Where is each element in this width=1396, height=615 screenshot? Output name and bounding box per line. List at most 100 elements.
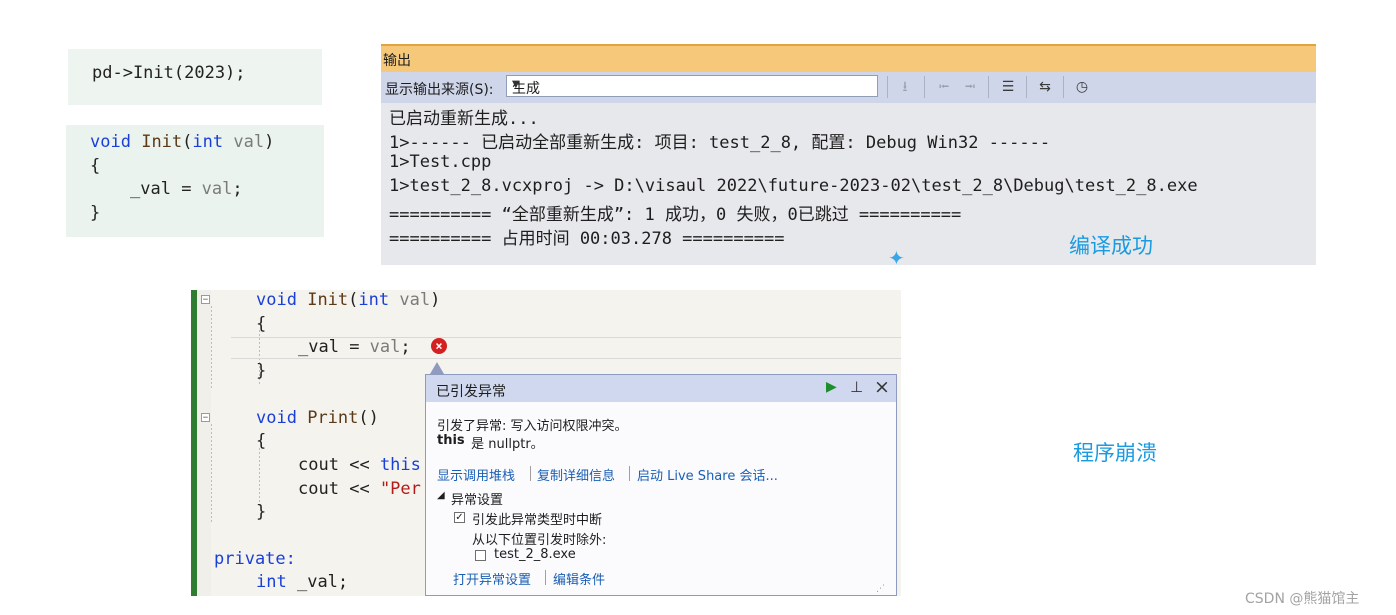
exception-detail: 是 nullptr。 bbox=[467, 437, 544, 452]
success-annotation: 编译成功 bbox=[1069, 234, 1153, 258]
code-line[interactable]: } bbox=[256, 502, 266, 522]
collapse-icon[interactable]: − bbox=[201, 413, 210, 423]
output-line: 1>------ 已启动全部重新生成: 项目: test_2_8, 配置: De… bbox=[389, 133, 1051, 153]
exception-message: 引发了异常: 写入访问权限冲突。 bbox=[437, 419, 628, 434]
output-line: ========== 占用时间 00:03.278 ========== bbox=[389, 229, 785, 249]
toolbar-separator bbox=[887, 76, 888, 98]
break-checkbox-label: 引发此异常类型时中断 bbox=[472, 513, 603, 528]
popup-pointer bbox=[430, 362, 444, 374]
toolbar-separator bbox=[1026, 76, 1027, 98]
code-line[interactable]: cout << this bbox=[298, 455, 421, 475]
watermark: CSDN @熊猫馆主 bbox=[1245, 591, 1360, 607]
code-line[interactable]: { bbox=[256, 314, 266, 334]
exception-title: 已引发异常 bbox=[436, 384, 506, 400]
operator: << bbox=[349, 479, 370, 499]
indent-guide bbox=[259, 448, 260, 508]
exception-settings-heading: 异常设置 bbox=[451, 493, 504, 508]
star-icon: ✦ bbox=[888, 246, 905, 270]
resize-grip-icon[interactable]: ⋰ bbox=[876, 584, 885, 594]
function-name: Print bbox=[307, 408, 359, 428]
code-line[interactable]: } bbox=[256, 361, 266, 381]
pin-icon[interactable]: ⊥ bbox=[850, 378, 863, 396]
source-dropdown[interactable]: 生成 ▼ bbox=[506, 75, 878, 97]
code-text: pd->Init(2023); bbox=[92, 63, 246, 83]
output-title-bar: 输出 bbox=[381, 44, 1316, 72]
exception-popup: 已引发异常 ▶ ⊥ × 引发了异常: 写入访问权限冲突。 this 是 null… bbox=[425, 374, 897, 596]
exe-checkbox-label: test_2_8.exe bbox=[494, 547, 576, 562]
continue-icon[interactable]: ▶ bbox=[826, 379, 837, 395]
expand-triangle-icon[interactable]: ◢ bbox=[437, 490, 445, 501]
identifier: cout bbox=[298, 455, 339, 475]
toolbar-separator bbox=[924, 76, 925, 98]
clock-icon[interactable]: ◷ bbox=[1071, 77, 1093, 97]
code-line: pd->Init(2023); bbox=[92, 63, 246, 83]
code-line[interactable]: cout << "Per bbox=[298, 479, 421, 499]
toolbar-separator bbox=[1063, 76, 1064, 98]
previous-message-icon[interactable]: ⭰ bbox=[933, 77, 955, 97]
function-name: Init bbox=[141, 132, 183, 152]
clear-all-icon[interactable]: ☰ bbox=[997, 77, 1019, 97]
indent-guide bbox=[211, 424, 212, 524]
keyword: int bbox=[192, 132, 224, 152]
copy-details-link[interactable]: 复制详细信息 bbox=[537, 465, 615, 484]
parameter: val bbox=[369, 337, 401, 357]
indent-guide bbox=[211, 306, 212, 390]
code-snippet-call: pd->Init(2023); bbox=[68, 49, 322, 105]
code-line: { bbox=[90, 156, 101, 176]
output-line: 1>Test.cpp bbox=[389, 152, 492, 172]
member-var: _val; bbox=[296, 572, 349, 592]
code-line: } bbox=[90, 203, 101, 223]
exe-checkbox[interactable] bbox=[475, 550, 486, 561]
member-var: _val bbox=[130, 179, 171, 199]
open-exception-settings-link[interactable]: 打开异常设置 bbox=[453, 569, 531, 588]
word-wrap-icon[interactable]: ⇆ bbox=[1034, 77, 1056, 97]
function-name: Init bbox=[307, 290, 349, 310]
output-window: 输出 显示输出来源(S): 生成 ▼ ⭳ ⭰ ⭲ ☰ ⇆ ◷ 已启动重新生成..… bbox=[381, 44, 1316, 265]
code-line: _val = val; bbox=[130, 179, 243, 199]
link-separator bbox=[530, 466, 531, 481]
editor-gutter bbox=[197, 290, 211, 596]
collapse-icon[interactable]: − bbox=[201, 295, 210, 305]
output-line: 已启动重新生成... bbox=[389, 109, 539, 129]
code-line[interactable]: private: bbox=[214, 549, 296, 569]
chevron-down-icon: ▼ bbox=[512, 79, 520, 90]
keyword: void bbox=[256, 290, 297, 310]
operator: << bbox=[349, 455, 370, 475]
string-literal: "Per bbox=[379, 479, 421, 499]
exception-header: 已引发异常 ▶ ⊥ × bbox=[426, 375, 896, 402]
error-icon[interactable]: × bbox=[431, 338, 447, 354]
output-title: 输出 bbox=[383, 53, 411, 69]
source-label: 显示输出来源(S): bbox=[385, 82, 494, 98]
keyword: void bbox=[256, 408, 297, 428]
identifier: cout bbox=[298, 479, 339, 499]
member-var: _val bbox=[298, 337, 339, 357]
code-line[interactable]: int _val; bbox=[256, 572, 348, 592]
edit-conditions-link[interactable]: 编辑条件 bbox=[553, 569, 605, 588]
close-icon[interactable]: × bbox=[874, 376, 890, 398]
keyword: void bbox=[90, 132, 131, 152]
code-snippet-init: void Init(int val) { _val = val; } bbox=[66, 125, 324, 237]
parameter: val bbox=[399, 290, 431, 310]
show-callstack-link[interactable]: 显示调用堆栈 bbox=[437, 465, 515, 484]
code-line[interactable]: { bbox=[256, 431, 266, 451]
output-line: ========== “全部重新生成”: 1 成功，0 失败，0已跳过 ====… bbox=[389, 205, 962, 225]
code-line[interactable]: void Print() bbox=[256, 408, 379, 428]
keyword: this bbox=[379, 455, 421, 475]
break-checkbox[interactable]: ✓ bbox=[454, 512, 465, 523]
keyword: int bbox=[358, 290, 390, 310]
code-line[interactable]: _val = val; bbox=[298, 337, 411, 357]
live-share-link[interactable]: 启动 Live Share 会话... bbox=[637, 465, 778, 484]
parameter: val bbox=[201, 179, 233, 199]
output-line: 1>test_2_8.vcxproj -> D:\visaul 2022\fut… bbox=[389, 176, 1198, 196]
keyword: private: bbox=[214, 549, 296, 569]
link-separator bbox=[545, 570, 546, 585]
crash-annotation: 程序崩溃 bbox=[1073, 441, 1157, 465]
goto-location-icon[interactable]: ⭳ bbox=[894, 77, 916, 97]
next-message-icon[interactable]: ⭲ bbox=[959, 77, 981, 97]
output-toolbar: 显示输出来源(S): 生成 ▼ ⭳ ⭰ ⭲ ☰ ⇆ ◷ bbox=[381, 72, 1316, 103]
toolbar-separator bbox=[988, 76, 989, 98]
code-line[interactable]: void Init(int val) bbox=[256, 290, 440, 310]
exception-detail-keyword: this bbox=[437, 433, 465, 448]
parameter: val bbox=[233, 132, 265, 152]
link-separator bbox=[629, 466, 630, 481]
